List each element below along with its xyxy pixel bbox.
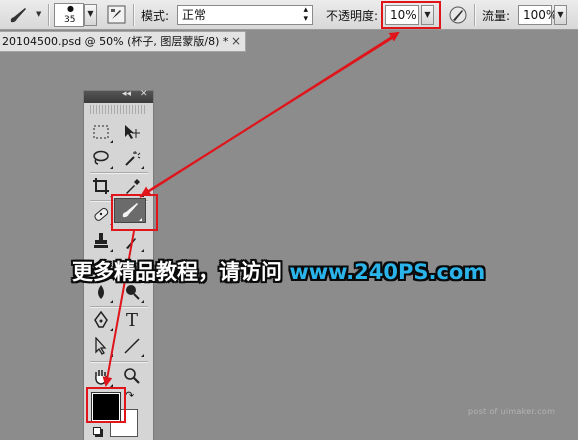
watermark: post of uimaker.com: [468, 407, 556, 416]
promo-banner-text: 更多精品教程，请访问: [72, 260, 290, 284]
promo-banner-url: www.240PS.com: [289, 260, 486, 284]
annotation-arrows: [102, 31, 400, 387]
arrow-to-brush-tool: [140, 34, 398, 197]
arrow-to-foreground-color: [102, 230, 135, 387]
promo-banner: 更多精品教程，请访问 www.240PS.com: [72, 256, 485, 286]
